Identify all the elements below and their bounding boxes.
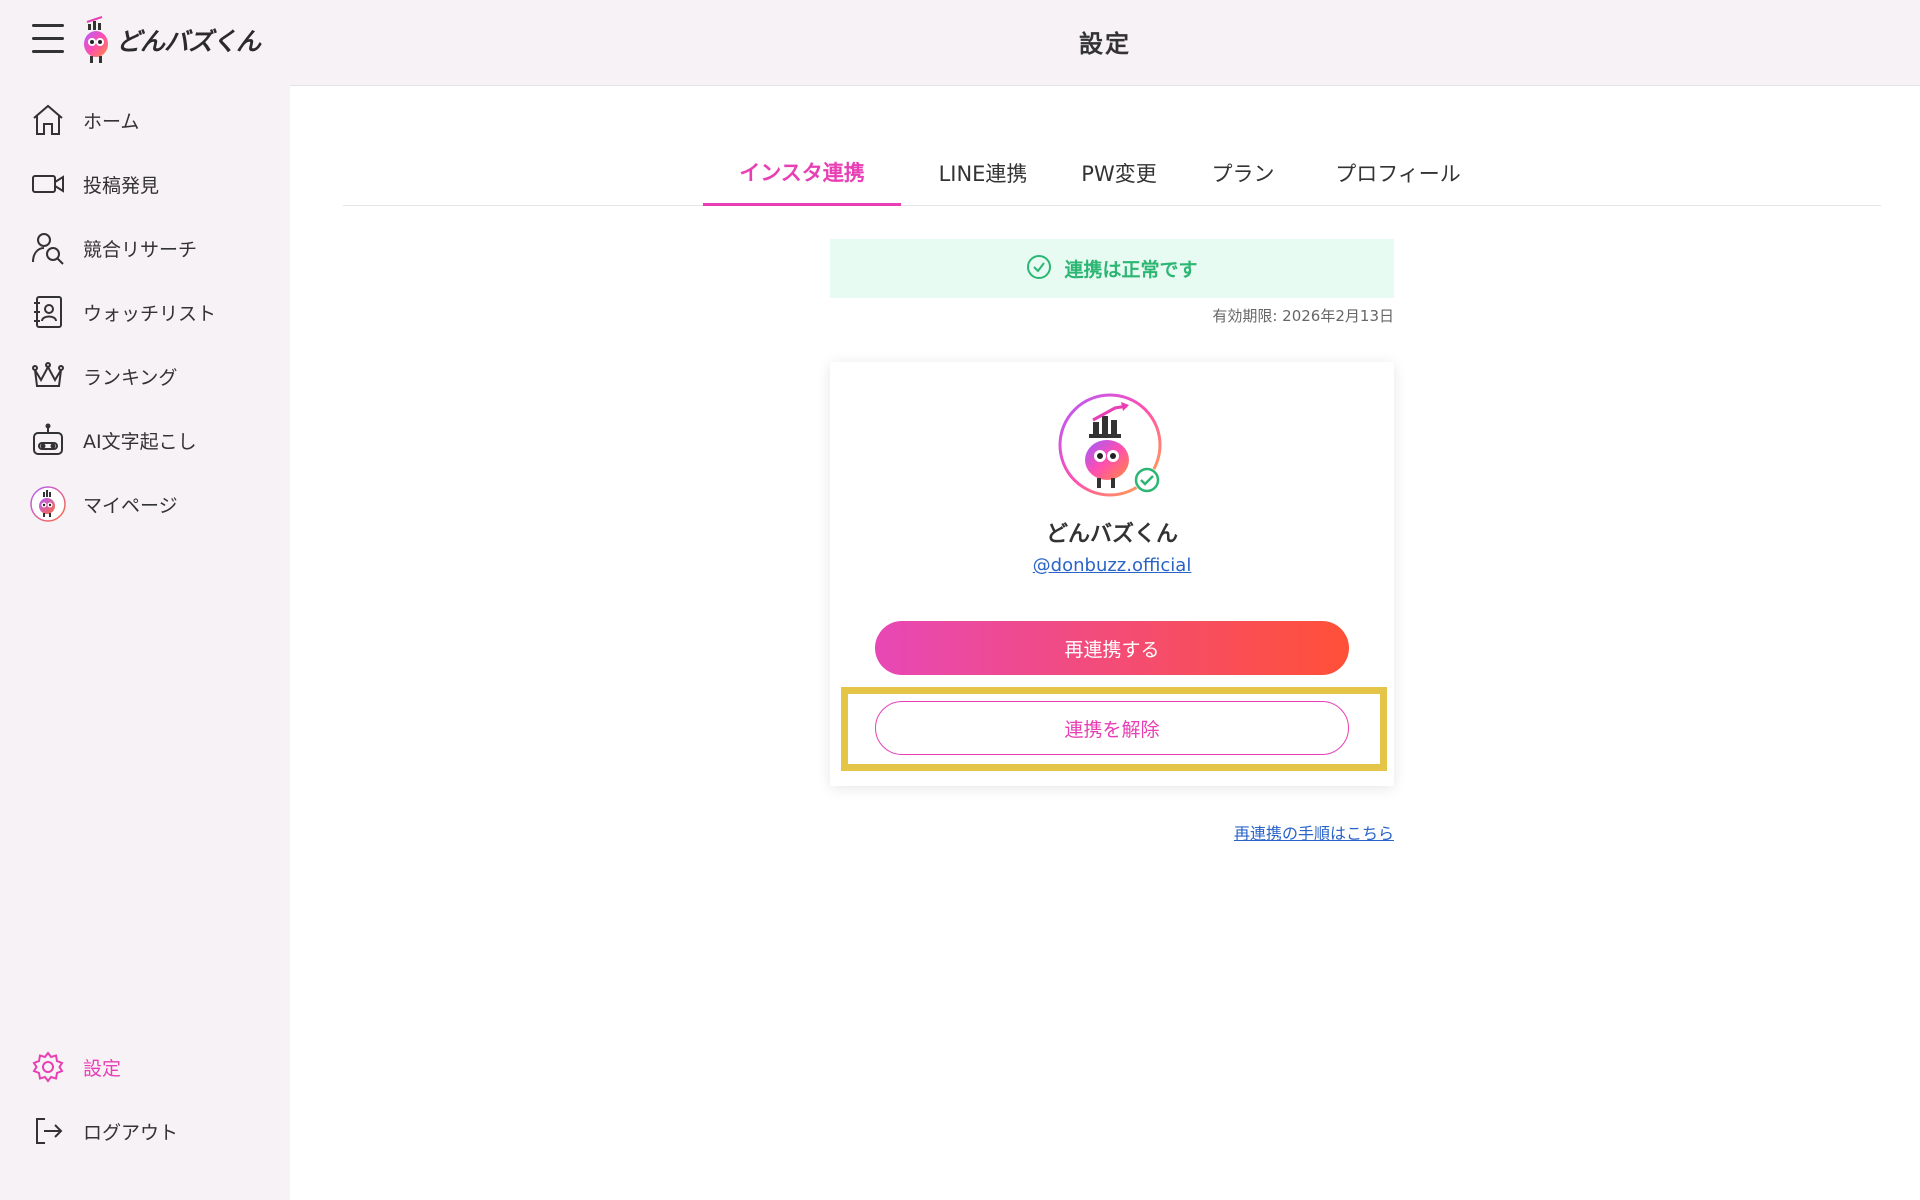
sidebar-item-logout[interactable]: ログアウト: [0, 1099, 290, 1163]
page-title: 設定: [1079, 30, 1131, 58]
crown-icon: [30, 358, 66, 394]
sidebar-item-home[interactable]: ホーム: [0, 88, 290, 152]
tab-instagram[interactable]: インスタ連携: [703, 140, 901, 206]
tab-password[interactable]: PW変更: [1065, 140, 1173, 206]
sidebar-item-ranking[interactable]: ランキング: [0, 344, 290, 408]
settings-tabs: インスタ連携 LINE連携 PW変更 プラン プロフィール: [343, 140, 1881, 206]
expiry-date: 有効期限: 2026年2月13日: [1212, 307, 1394, 325]
sidebar-item-mypage[interactable]: マイページ: [0, 472, 290, 536]
sidebar-item-label: ウォッチリスト: [83, 302, 217, 325]
sidebar-item-label: ランキング: [83, 366, 178, 389]
menu-icon[interactable]: [32, 24, 64, 54]
sidebar-item-label: 投稿発見: [83, 174, 160, 197]
account-handle-link[interactable]: @donbuzz.official: [830, 555, 1394, 576]
sidebar-item-label: 競合リサーチ: [83, 238, 198, 261]
sidebar: どんバズくん ホーム 投稿発見 競合リサーチ ウォッチリスト ランキング AI文…: [0, 0, 290, 1200]
gear-icon: [30, 1049, 66, 1085]
check-circle-icon: [1026, 254, 1052, 284]
sidebar-item-label: ホーム: [83, 110, 140, 133]
user-search-icon: [30, 230, 66, 266]
robot-icon: [30, 422, 66, 458]
video-camera-icon: [30, 166, 66, 202]
sidebar-item-competitor-research[interactable]: 競合リサーチ: [0, 216, 290, 280]
address-book-icon: [30, 294, 66, 330]
home-icon: [30, 102, 66, 138]
sidebar-item-settings[interactable]: 設定: [0, 1035, 290, 1099]
sidebar-bottom-nav: 設定 ログアウト: [0, 1035, 290, 1163]
avatar-icon: [30, 486, 66, 522]
app-logo[interactable]: どんバズくん: [82, 16, 261, 64]
reconnect-button[interactable]: 再連携する: [875, 621, 1349, 675]
reconnect-help-link[interactable]: 再連携の手順はこちら: [830, 820, 1394, 844]
logo-mascot-icon: [84, 16, 108, 63]
sidebar-item-label: マイページ: [83, 494, 178, 517]
sidebar-item-ai-transcription[interactable]: AI文字起こし: [0, 408, 290, 472]
tab-plan[interactable]: プラン: [1193, 140, 1293, 206]
sidebar-item-label: AI文字起こし: [83, 430, 197, 453]
tab-profile[interactable]: プロフィール: [1313, 140, 1483, 206]
connection-status-banner: 連携は正常です: [830, 239, 1394, 298]
sidebar-nav: ホーム 投稿発見 競合リサーチ ウォッチリスト ランキング AI文字起こし マイ…: [0, 88, 290, 536]
sidebar-item-watchlist[interactable]: ウォッチリスト: [0, 280, 290, 344]
sidebar-item-label: 設定: [83, 1057, 122, 1080]
account-name: どんバズくん: [1045, 522, 1178, 547]
page-header: 設定: [290, 0, 1920, 86]
logo-text: どんバズくん: [116, 27, 261, 56]
tab-line[interactable]: LINE連携: [921, 140, 1045, 206]
sidebar-item-discover[interactable]: 投稿発見: [0, 152, 290, 216]
logout-icon: [30, 1113, 66, 1149]
status-text: 連携は正常です: [1064, 259, 1198, 281]
sidebar-item-label: ログアウト: [83, 1121, 179, 1144]
account-avatar: [1057, 392, 1167, 502]
account-card: どんバズくん @donbuzz.official 再連携する 連携を解除: [830, 362, 1394, 786]
disconnect-button[interactable]: 連携を解除: [875, 701, 1349, 755]
